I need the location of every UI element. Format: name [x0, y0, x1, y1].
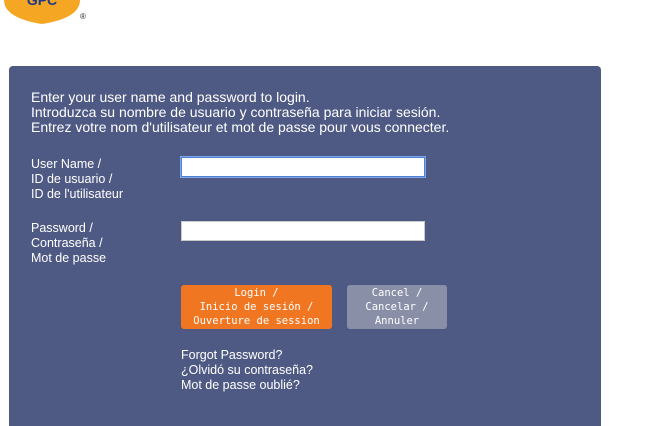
logo-text: GPC — [27, 0, 57, 8]
cancel-button-spanish: Cancelar / — [365, 301, 429, 313]
password-input[interactable] — [181, 221, 425, 241]
login-button-french: Ouverture de session — [193, 315, 320, 327]
forgot-password-spanish: ¿Olvidó su contraseña? — [181, 363, 314, 377]
login-button-english: Login / — [234, 287, 279, 299]
username-label-spanish: ID de usuario / — [31, 172, 113, 186]
username-input[interactable] — [181, 157, 425, 177]
username-label-english: User Name / — [31, 157, 102, 171]
instruction-spanish: Introduzca su nombre de usuario y contra… — [31, 104, 441, 120]
password-label: Password / Contraseña / Mot de passe — [31, 221, 106, 266]
username-label: User Name / ID de usuario / ID de l'util… — [31, 157, 123, 202]
registered-mark: ® — [80, 12, 86, 21]
forgot-password-english: Forgot Password? — [181, 348, 283, 362]
cancel-button-french: Annuler — [374, 315, 420, 327]
cancel-button[interactable]: Cancel / Cancelar / Annuler — [347, 285, 447, 329]
login-instructions: Enter your user name and password to log… — [31, 90, 591, 135]
cancel-button-english: Cancel / — [371, 287, 423, 299]
forgot-password-link[interactable]: Forgot Password? ¿Olvidó su contraseña? … — [181, 348, 313, 393]
password-label-spanish: Contraseña / — [31, 236, 103, 250]
instruction-french: Entrez votre nom d'utilisateur et mot de… — [31, 119, 450, 135]
login-button[interactable]: Login / Inicio de sesión / Ouverture de … — [181, 285, 332, 329]
password-label-english: Password / — [31, 221, 93, 235]
forgot-password-french: Mot de passe oublié? — [181, 378, 300, 392]
login-button-spanish: Inicio de sesión / — [199, 301, 314, 313]
username-label-french: ID de l'utilisateur — [31, 187, 124, 201]
password-label-french: Mot de passe — [31, 251, 107, 265]
instruction-english: Enter your user name and password to log… — [31, 89, 310, 105]
